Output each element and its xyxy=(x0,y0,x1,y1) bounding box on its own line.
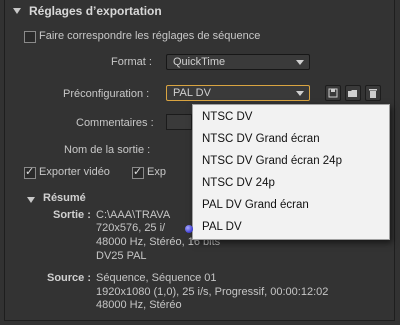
chevron-down-icon xyxy=(296,91,304,96)
export-audio-checkbox[interactable] xyxy=(132,165,144,179)
source-line: Séquence, Séquence 01 xyxy=(96,272,217,284)
preset-option-label: NTSC DV Grand écran 24p xyxy=(202,155,342,167)
preset-select[interactable]: PAL DV xyxy=(166,85,310,101)
preset-option-label: NTSC DV Grand écran xyxy=(202,133,320,145)
match-sequence-label: Faire correspondre les réglages de séque… xyxy=(39,30,261,42)
section-header[interactable]: Réglages d’exportation xyxy=(5,2,393,20)
source-line: 48000 Hz, Stéréo xyxy=(96,299,182,311)
summary-collapse-icon[interactable] xyxy=(27,197,35,203)
export-audio-label: Exp xyxy=(147,166,166,178)
comments-input[interactable] xyxy=(166,114,192,130)
export-video-label: Exporter vidéo xyxy=(39,166,110,178)
output-name-link[interactable] xyxy=(166,141,192,157)
folder-icon xyxy=(348,90,357,97)
output-name-label: Nom de la sortie : xyxy=(64,144,151,156)
format-select[interactable]: QuickTime xyxy=(166,54,310,70)
preset-value: PAL DV xyxy=(173,87,211,99)
comments-label: Commentaires : xyxy=(76,117,154,129)
preset-option-selected[interactable]: PAL DV xyxy=(185,221,242,233)
preset-option[interactable]: NTSC DV xyxy=(202,111,252,123)
collapse-triangle-icon[interactable] xyxy=(13,8,21,14)
output-summary-label: Sortie : xyxy=(53,209,91,221)
export-video-checkbox[interactable] xyxy=(24,165,36,179)
preset-option[interactable]: NTSC DV 24p xyxy=(202,177,275,189)
output-line: C:\AAA\TRAVA xyxy=(96,209,171,221)
preset-option-label: PAL DV Grand écran xyxy=(202,199,309,211)
trash-icon xyxy=(369,89,377,98)
preset-option-label: NTSC DV 24p xyxy=(202,177,275,189)
match-sequence-checkbox[interactable] xyxy=(24,31,36,43)
preset-option[interactable]: NTSC DV Grand écran 24p xyxy=(202,155,342,167)
section-title: Réglages d’exportation xyxy=(29,4,162,18)
output-line: DV25 PAL xyxy=(96,250,147,262)
save-icon xyxy=(328,88,338,98)
save-preset-button[interactable] xyxy=(325,85,341,101)
preset-option[interactable]: NTSC DV Grand écran xyxy=(202,133,320,145)
preset-option-label: PAL DV xyxy=(202,221,242,233)
preset-dropdown-menu: NTSC DV NTSC DV Grand écran NTSC DV Gran… xyxy=(185,104,390,240)
import-preset-button[interactable] xyxy=(345,85,361,101)
selected-radio-icon xyxy=(185,225,193,233)
chevron-down-icon xyxy=(296,60,304,65)
preset-option-label: NTSC DV xyxy=(202,111,253,123)
format-value: QuickTime xyxy=(173,56,226,68)
summary-title: Résumé xyxy=(43,192,86,204)
source-summary-label: Source : xyxy=(47,272,92,284)
preset-label: Préconfiguration : xyxy=(63,88,150,100)
format-label: Format : xyxy=(111,56,152,68)
source-line: 1920x1080 (1,0), 25 i/s, Progressif, 00:… xyxy=(96,286,329,298)
output-line: 720x576, 25 i/ xyxy=(96,222,166,234)
preset-option[interactable]: PAL DV Grand écran xyxy=(202,199,309,211)
delete-preset-button[interactable] xyxy=(365,85,381,101)
